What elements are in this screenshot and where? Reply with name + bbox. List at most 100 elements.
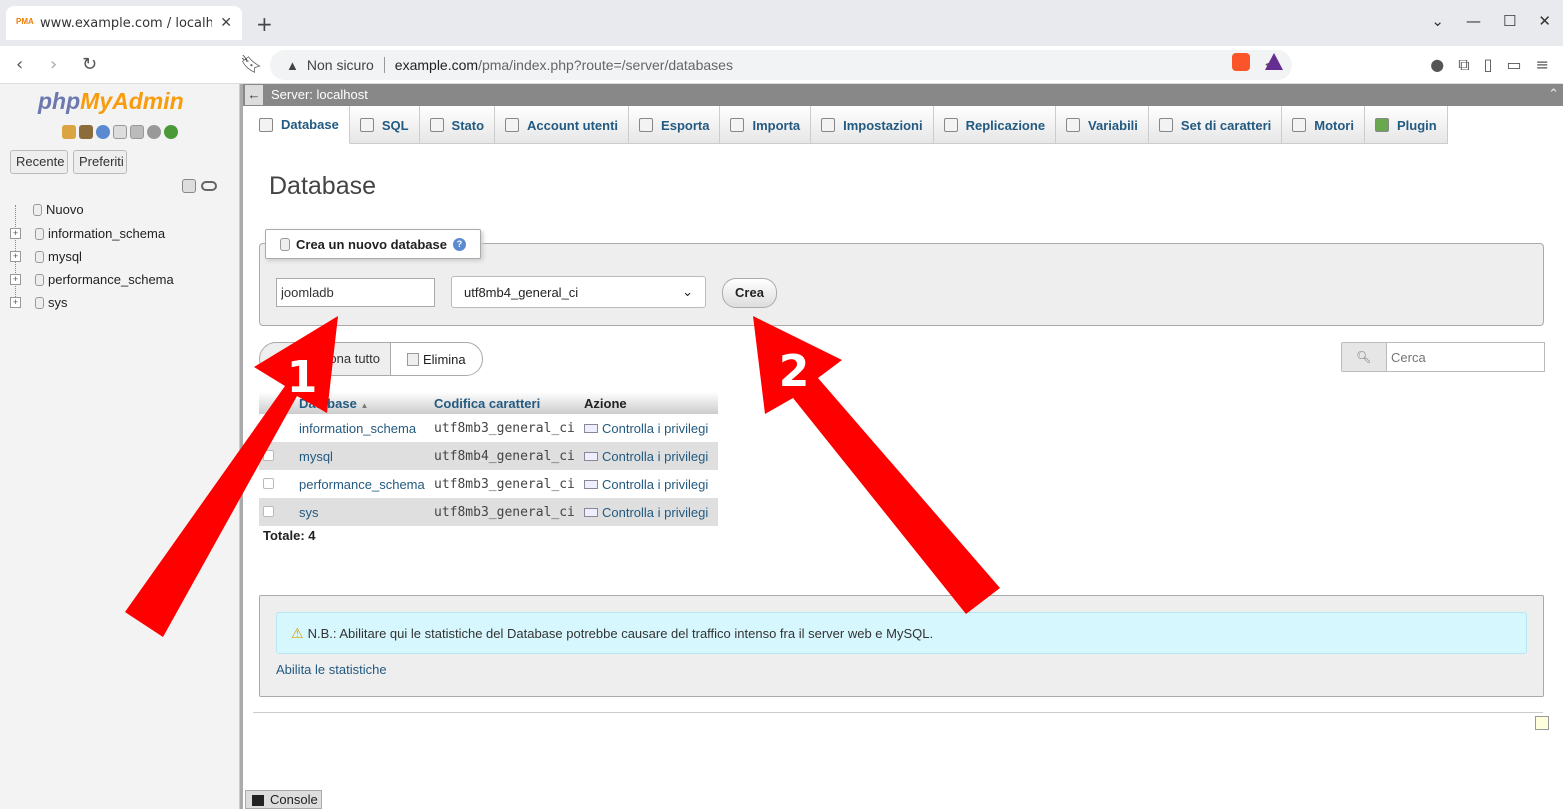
drop-button[interactable]: Elimina	[390, 342, 483, 376]
warning-icon: ⚠	[291, 624, 304, 641]
database-column-header[interactable]: Database ▲	[295, 392, 430, 414]
maximize-icon[interactable]: ☐	[1503, 12, 1516, 30]
tab-replication[interactable]: Replicazione	[934, 106, 1057, 144]
tab-settings[interactable]: Impostazioni	[811, 106, 934, 144]
search-input[interactable]	[1386, 342, 1545, 372]
enable-statistics-link[interactable]: Abilita le statistiche	[276, 662, 387, 677]
tree-item-information-schema[interactable]: + information_schema	[10, 226, 165, 241]
address-bar[interactable]: ▲ Non sicuro example.com/pma/index.php?r…	[270, 50, 1292, 80]
database-name-input[interactable]	[276, 278, 435, 307]
drop-label: Elimina	[423, 351, 466, 367]
page-settings-icon[interactable]	[1535, 716, 1549, 730]
expand-icon[interactable]: +	[10, 251, 21, 262]
tab-sql[interactable]: SQL	[350, 106, 420, 144]
collapse-all-icon[interactable]	[182, 179, 196, 193]
row-checkbox[interactable]	[263, 505, 274, 517]
warning-icon: ▲	[286, 57, 299, 73]
extensions-icon[interactable]: ⧉	[1458, 55, 1469, 75]
brave-rewards-icon[interactable]	[1265, 53, 1283, 70]
check-privileges-link[interactable]: Controlla i privilegi	[602, 421, 708, 436]
tab-status[interactable]: Stato	[420, 106, 496, 144]
database-link[interactable]: mysql	[295, 442, 430, 470]
logo-myadmin: MyAdmin	[80, 88, 184, 114]
tab-import[interactable]: Importa	[720, 106, 812, 144]
refresh-icon[interactable]	[164, 125, 178, 139]
chevron-down-icon[interactable]: ⌄	[1431, 12, 1444, 30]
menu-icon[interactable]: ≡	[1536, 55, 1549, 75]
tab-user-accounts[interactable]: Account utenti	[495, 106, 630, 144]
bookmark-icon[interactable]: 🔖︎	[240, 54, 263, 75]
close-icon[interactable]: ✕	[220, 15, 232, 31]
console-icon	[252, 795, 264, 806]
navigation-panel	[0, 84, 240, 809]
tree-item-new[interactable]: Nuovo	[33, 202, 84, 217]
brave-shield-icon[interactable]	[1232, 53, 1250, 71]
tab-database[interactable]: Database	[249, 106, 350, 144]
wallet-icon[interactable]: ▭	[1506, 55, 1521, 75]
expand-icon[interactable]: +	[10, 274, 21, 285]
close-window-icon[interactable]: ✕	[1538, 12, 1551, 30]
link-icon[interactable]	[201, 181, 217, 191]
recent-button[interactable]: Recente	[10, 150, 68, 174]
browser-tab[interactable]: PMA www.example.com / localhost ✕	[6, 6, 242, 40]
database-link[interactable]: sys	[295, 498, 430, 526]
help-icon[interactable]: ?	[452, 237, 466, 251]
tab-plugins[interactable]: Plugin	[1365, 106, 1448, 144]
row-checkbox[interactable]	[263, 421, 274, 433]
minimize-icon[interactable]: —	[1466, 12, 1481, 30]
drop-icon	[407, 352, 419, 366]
check-privileges-link[interactable]: Controlla i privilegi	[602, 449, 708, 464]
new-database-icon	[280, 237, 290, 251]
create-button[interactable]: Crea	[722, 278, 777, 308]
window-controls: ⌄ — ☐ ✕	[1431, 12, 1551, 30]
tree-item-label: sys	[48, 295, 68, 310]
gear-icon[interactable]	[147, 125, 161, 139]
collation-column-header[interactable]: Codifica caratteri	[430, 392, 580, 414]
check-privileges-link[interactable]: Controlla i privilegi	[602, 477, 708, 492]
select-all-button[interactable]: Seleziona tutto	[259, 342, 392, 376]
home-icon[interactable]	[62, 125, 76, 139]
copy-icon[interactable]	[130, 125, 144, 139]
tree-item-mysql[interactable]: + mysql	[10, 249, 82, 264]
tab-charsets[interactable]: Set di caratteri	[1149, 106, 1283, 144]
console-toggle[interactable]: Console	[245, 790, 322, 809]
tree-item-performance-schema[interactable]: + performance_schema	[10, 272, 174, 287]
collation-select[interactable]: utf8mb4_general_ci ⌄	[451, 276, 706, 308]
status-icon	[429, 118, 444, 132]
tab-label: Plugin	[1396, 117, 1437, 133]
new-tab-button[interactable]: +	[256, 12, 273, 36]
tree-item-sys[interactable]: + sys	[10, 295, 68, 310]
database-icon	[35, 273, 44, 286]
expand-icon[interactable]: +	[10, 297, 21, 308]
expand-icon[interactable]: +	[10, 228, 21, 239]
row-checkbox-cell	[259, 470, 295, 498]
collapse-top-icon[interactable]: ⌃	[1548, 86, 1559, 102]
tab-variables[interactable]: Variabili	[1056, 106, 1149, 144]
database-icon	[35, 250, 44, 263]
sidebar-toggle-icon[interactable]: ▯	[1484, 55, 1493, 75]
favorites-button[interactable]: Preferiti	[73, 150, 127, 174]
database-link[interactable]: performance_schema	[295, 470, 430, 498]
docs-icon[interactable]	[113, 125, 127, 139]
row-checkbox[interactable]	[263, 449, 274, 461]
table-row: information_schema utf8mb3_general_ci Co…	[259, 414, 718, 442]
main-panel: ← Server: localhost ⌃ Database SQL Stato…	[243, 84, 1563, 809]
help-icon[interactable]	[96, 125, 110, 139]
forward-icon[interactable]: ›	[50, 54, 57, 75]
check-privileges-link[interactable]: Controlla i privilegi	[602, 505, 708, 520]
row-checkbox[interactable]	[263, 477, 274, 489]
back-arrow-icon[interactable]: ←	[245, 85, 263, 105]
reload-icon[interactable]: ↻	[82, 54, 97, 75]
tab-engines[interactable]: Motori	[1282, 106, 1365, 144]
database-icon	[33, 203, 42, 216]
server-breadcrumb[interactable]: Server: localhost	[271, 87, 368, 102]
profile-icon[interactable]: ●	[1430, 55, 1444, 75]
logout-icon[interactable]	[79, 125, 93, 139]
database-link[interactable]: information_schema	[295, 414, 430, 442]
database-icon	[259, 117, 273, 132]
logo-php: php	[38, 88, 81, 114]
phpmyadmin-logo[interactable]: phpMyAdmin	[38, 88, 184, 115]
back-icon[interactable]: ‹	[16, 54, 23, 75]
tab-export[interactable]: Esporta	[629, 106, 721, 144]
tab-label: Stato	[451, 117, 485, 133]
